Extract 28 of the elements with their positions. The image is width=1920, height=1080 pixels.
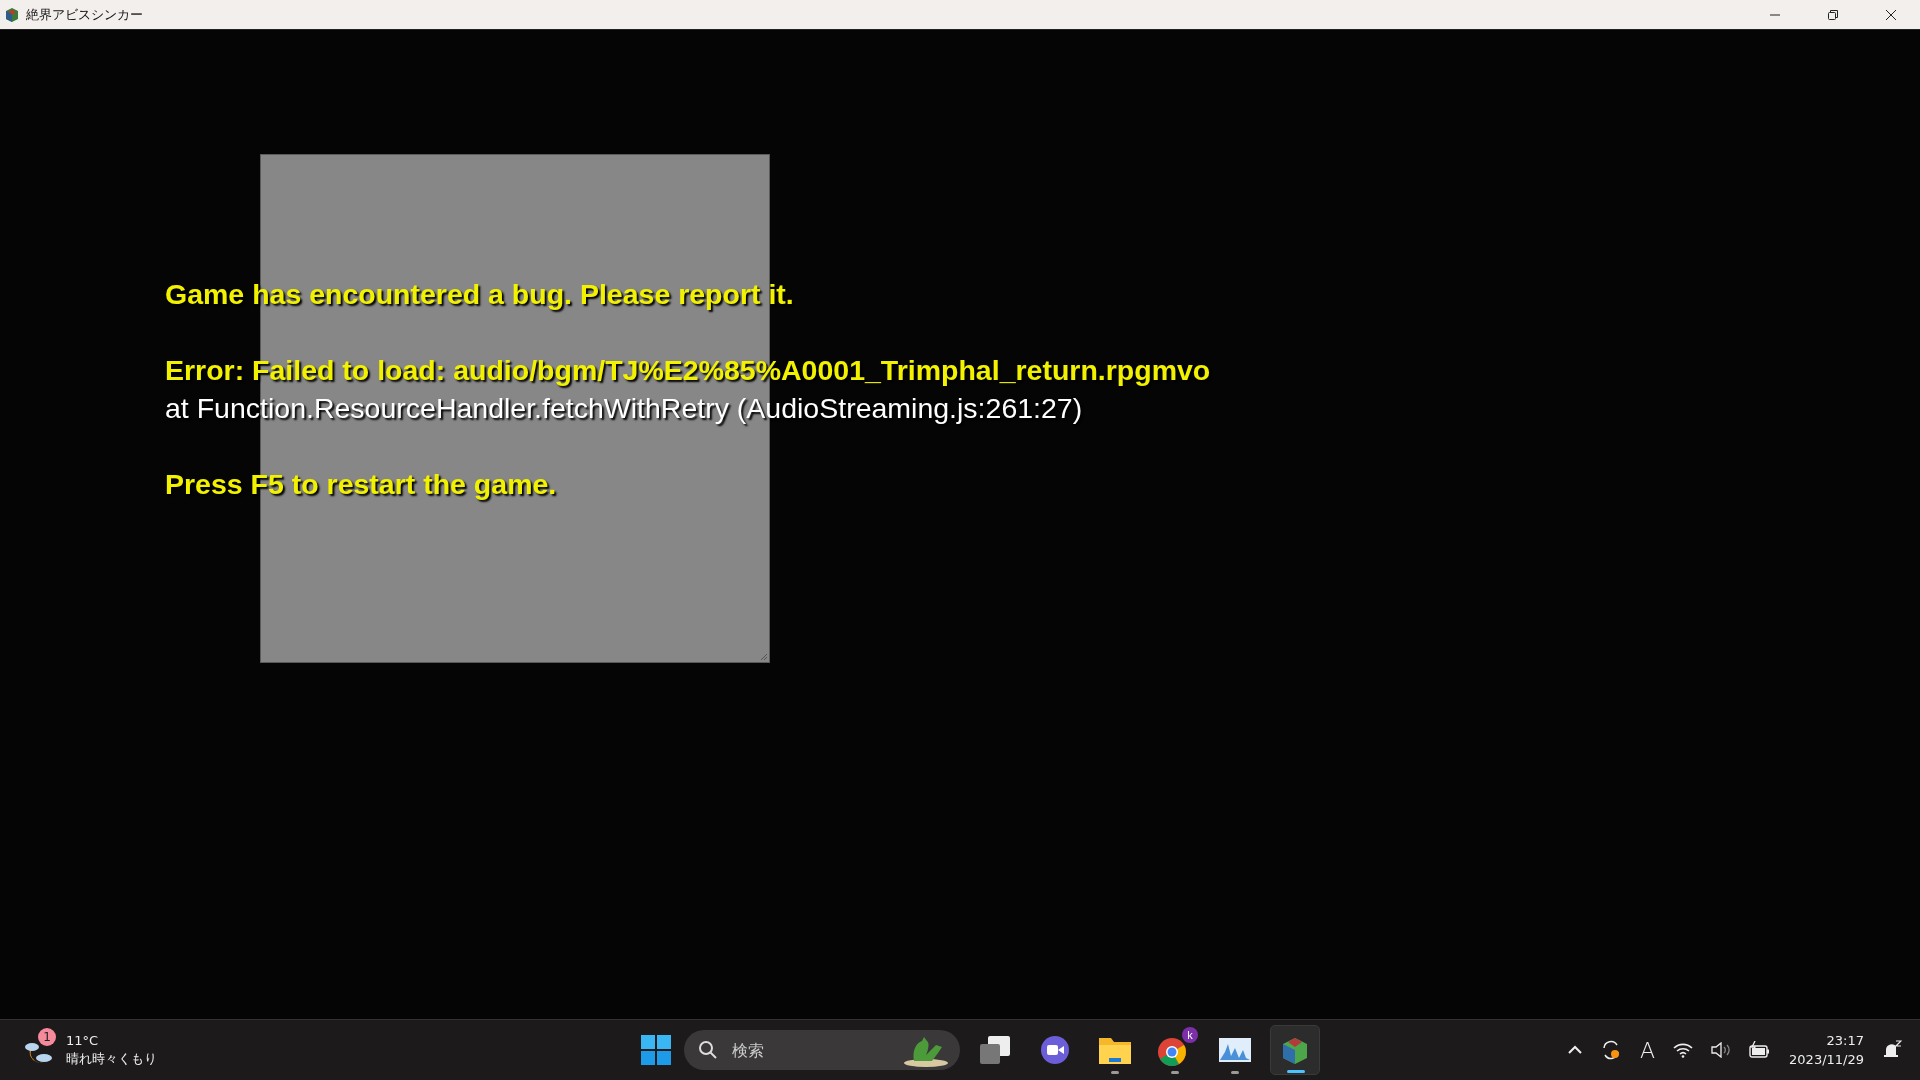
clock-date: 2023/11/29 (1789, 1051, 1864, 1069)
game-app-button[interactable] (1270, 1025, 1320, 1075)
activity-graph-icon (1219, 1038, 1251, 1062)
clock[interactable]: 23:17 2023/11/29 (1789, 1031, 1864, 1069)
speaker-icon[interactable] (1711, 1042, 1732, 1058)
battery-charging-icon[interactable] (1749, 1041, 1772, 1059)
sync-icon[interactable] (1600, 1039, 1622, 1061)
folder-icon (1099, 1036, 1131, 1064)
wifi-icon[interactable] (1673, 1042, 1694, 1058)
weather-condition: 晴れ時々くもり (66, 1050, 157, 1068)
resize-grip-icon[interactable] (760, 653, 768, 661)
search-input[interactable]: 検索 (730, 1039, 890, 1061)
clock-time: 23:17 (1826, 1032, 1864, 1050)
restore-icon (1827, 8, 1839, 21)
close-icon (1885, 8, 1897, 21)
chevron-up-icon[interactable] (1568, 1045, 1582, 1055)
game-app-icon (4, 6, 20, 23)
bell-snooze-icon[interactable] (1882, 1040, 1902, 1060)
overlapping-squares-icon (980, 1036, 1010, 1064)
profile-badge: k (1182, 1027, 1198, 1043)
temperature: 11°C (66, 1032, 100, 1050)
input-method-indicator[interactable]: A (1640, 1037, 1656, 1063)
video-camera-icon (1040, 1035, 1070, 1065)
window-title: 絶界アビスシンカー (26, 5, 143, 24)
notification-badge: 1 (38, 1028, 56, 1046)
search-icon (698, 1040, 718, 1060)
browser-app-button[interactable]: k (1150, 1025, 1200, 1075)
search-field[interactable]: 検索 (684, 1030, 960, 1070)
